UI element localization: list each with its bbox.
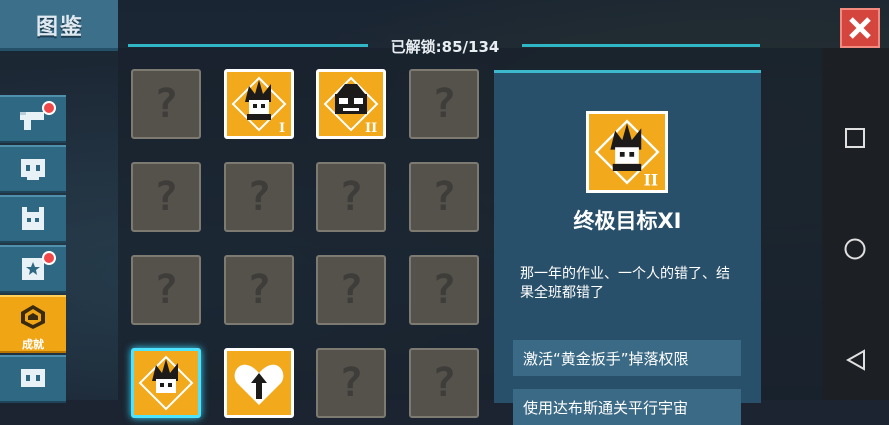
achievement-slot-unlocked[interactable]	[224, 348, 294, 418]
sidebar-item-pets[interactable]	[0, 195, 66, 243]
sidebar-item-buffs[interactable]	[0, 245, 66, 293]
spiky-hero-icon	[138, 355, 194, 411]
sidebar-item-label: 成就	[22, 338, 44, 351]
question-mark: ?	[431, 174, 457, 220]
achievement-slot-locked[interactable]: ?	[316, 162, 386, 232]
question-mark: ?	[431, 81, 457, 127]
character-face-icon	[21, 369, 45, 387]
reward-item: 使用达布斯通关平行宇宙	[513, 389, 741, 425]
achievement-slot-locked[interactable]: ?	[409, 69, 479, 139]
question-mark: ?	[246, 174, 272, 220]
achievement-slot-unlocked[interactable]: I	[224, 69, 294, 139]
close-icon	[849, 17, 871, 39]
question-mark: ?	[153, 81, 179, 127]
sidebar-item-more[interactable]	[0, 355, 66, 403]
achievement-slot-locked[interactable]: ?	[316, 255, 386, 325]
question-mark: ?	[338, 267, 364, 313]
goggles-hero-icon: II	[323, 76, 379, 136]
heart-arrow-icon	[234, 364, 284, 405]
header-divider-right	[522, 44, 760, 47]
achievement-slot-locked[interactable]: ?	[131, 162, 201, 232]
question-mark: ?	[153, 267, 179, 313]
page-title-tab: 图鉴	[0, 0, 118, 51]
tier-label: I	[279, 121, 285, 136]
close-button[interactable]	[840, 8, 880, 48]
tier-label: II	[365, 121, 377, 136]
achievement-slot-locked[interactable]: ?	[224, 255, 294, 325]
achievement-slot-locked[interactable]: ?	[409, 255, 479, 325]
achievement-detail-panel: II 终极目标XI 那一年的作业、一个人的错了、结果全班都错了 激活“黄金扳手”…	[494, 70, 761, 425]
spiky-hero-icon: II	[594, 119, 660, 189]
tier-label: II	[644, 171, 658, 189]
question-mark: ?	[338, 174, 364, 220]
home-icon[interactable]	[844, 238, 866, 260]
question-mark: ?	[338, 360, 364, 406]
sidebar-item-weapons[interactable]	[0, 95, 66, 143]
achievement-slot-locked[interactable]: ?	[409, 348, 479, 418]
page-title: 图鉴	[36, 15, 85, 40]
pet-icon	[22, 207, 44, 230]
achievement-slot-selected[interactable]	[131, 348, 201, 418]
achievement-slot-locked[interactable]: ?	[131, 69, 201, 139]
unlocked-count: 已解锁:85/134	[390, 38, 500, 56]
spiky-hero-icon: I	[231, 76, 287, 136]
sidebar-item-achievements[interactable]: 成就	[0, 295, 66, 353]
header-divider-left	[128, 44, 368, 47]
system-navigation-bar	[822, 48, 889, 400]
achievement-badge-icon	[21, 305, 45, 329]
achievement-slot-unlocked[interactable]: II	[316, 69, 386, 139]
question-mark: ?	[246, 267, 272, 313]
achievement-detail-icon: II	[586, 111, 668, 193]
achievement-slot-locked[interactable]: ?	[409, 162, 479, 232]
question-mark: ?	[431, 267, 457, 313]
achievement-slot-locked[interactable]: ?	[131, 255, 201, 325]
achievement-name: 终极目标XI	[573, 209, 682, 233]
reward-item: 激活“黄金扳手”掉落权限	[513, 340, 741, 376]
achievement-slot-locked[interactable]: ?	[224, 162, 294, 232]
notification-dot	[42, 251, 56, 265]
notification-dot	[42, 101, 56, 115]
achievement-slot-locked[interactable]: ?	[316, 348, 386, 418]
sidebar-item-skins[interactable]	[0, 145, 66, 193]
back-icon[interactable]	[846, 349, 866, 371]
character-face-icon	[21, 159, 45, 180]
achievement-description: 那一年的作业、一个人的错了、结果全班都错了	[520, 266, 730, 301]
recent-apps-icon[interactable]	[845, 128, 865, 148]
question-mark: ?	[431, 360, 457, 406]
question-mark: ?	[153, 174, 179, 220]
